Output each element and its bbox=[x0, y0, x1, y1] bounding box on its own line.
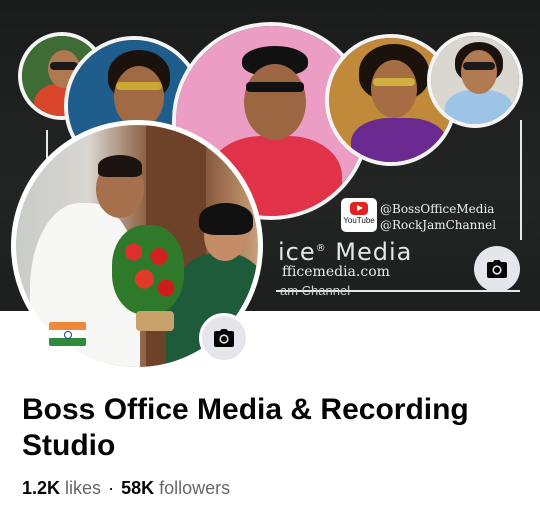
page-stats: 1.2K likes · 58K followers bbox=[22, 478, 230, 499]
youtube-handle-1: @BossOfficeMedia bbox=[380, 202, 495, 216]
stats-separator: · bbox=[108, 478, 115, 498]
page-title: Boss Office Media & Recording Studio bbox=[22, 393, 469, 462]
camera-icon bbox=[487, 260, 507, 278]
youtube-logo: YouTube bbox=[341, 198, 377, 232]
likes-label: likes bbox=[65, 478, 102, 498]
cover-frame-line bbox=[520, 120, 522, 240]
likes-link[interactable]: 1.2K likes bbox=[22, 478, 101, 498]
edit-profile-picture-button[interactable] bbox=[199, 313, 249, 363]
followers-label: followers bbox=[159, 478, 231, 498]
youtube-handle-2: @RockJamChannel bbox=[380, 218, 497, 232]
cover-url-text: fficemedia.com bbox=[282, 264, 390, 280]
cover-brand-trademark: ® bbox=[315, 243, 327, 254]
cover-person-5 bbox=[427, 32, 523, 128]
likes-count: 1.2K bbox=[22, 478, 61, 498]
youtube-badge-label: YouTube bbox=[343, 216, 375, 225]
avatar-bouquet-basket bbox=[136, 311, 174, 331]
followers-count: 58K bbox=[121, 478, 155, 498]
camera-icon bbox=[214, 329, 234, 347]
edit-cover-photo-button[interactable] bbox=[474, 246, 520, 292]
avatar-person-man-hair bbox=[98, 155, 142, 177]
youtube-play-icon bbox=[350, 202, 368, 215]
avatar-rose-bouquet bbox=[112, 225, 184, 315]
cover-brand-part: ice bbox=[278, 238, 316, 266]
india-flag-icon bbox=[49, 322, 86, 346]
cover-brand-text: ice® Media bbox=[278, 238, 412, 266]
cover-brand-suffix: Media bbox=[335, 238, 413, 266]
cover-channel-text: am Channel bbox=[280, 283, 351, 298]
followers-link[interactable]: 58K followers bbox=[121, 478, 230, 498]
avatar-person-woman-hair bbox=[199, 203, 253, 235]
